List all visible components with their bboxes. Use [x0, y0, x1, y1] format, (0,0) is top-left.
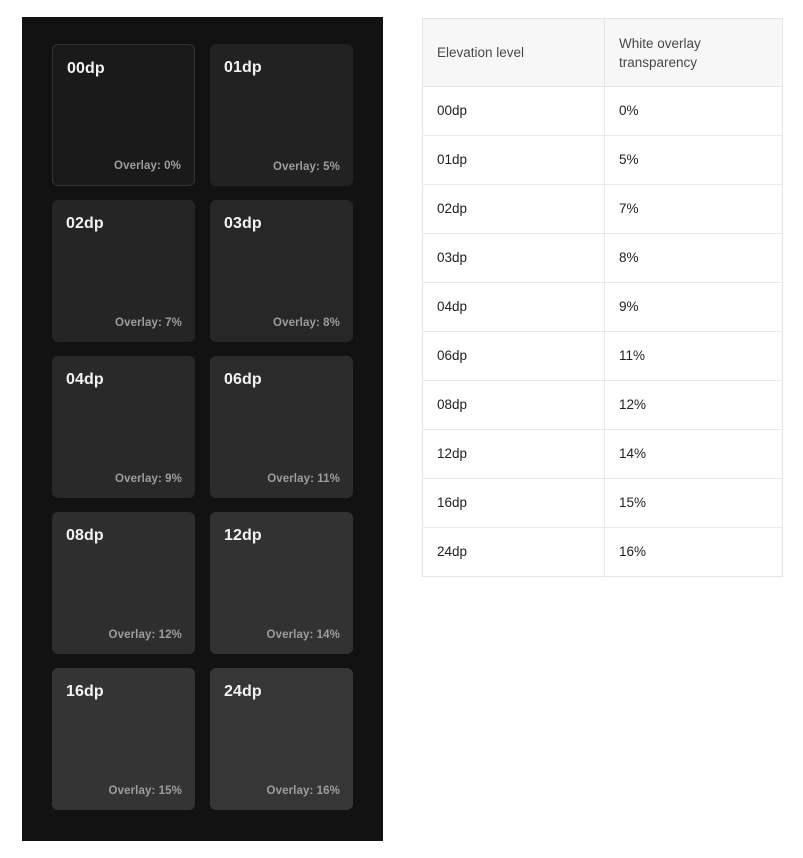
elevation-card: 02dp Overlay: 7% — [52, 200, 195, 342]
elevation-card-overlay-label: Overlay: 15% — [108, 785, 182, 797]
elevation-card-overlay-label: Overlay: 11% — [267, 473, 340, 485]
cell-overlay-transparency: 8% — [604, 233, 783, 283]
elevation-card-overlay-label: Overlay: 5% — [273, 161, 340, 173]
elevation-card-title: 24dp — [224, 683, 262, 700]
cell-elevation-level: 02dp — [422, 184, 605, 234]
cell-overlay-transparency: 9% — [604, 282, 783, 332]
table-row: 03dp 8% — [422, 233, 783, 283]
cell-elevation-level: 24dp — [422, 527, 605, 577]
table-row: 00dp 0% — [422, 86, 783, 136]
elevation-card-title: 08dp — [66, 527, 104, 544]
elevation-card-overlay-label: Overlay: 16% — [266, 785, 340, 797]
elevation-card: 06dp Overlay: 11% — [210, 356, 353, 498]
table-row: 08dp 12% — [422, 380, 783, 430]
elevation-card: 00dp Overlay: 0% — [52, 44, 195, 186]
elevation-card-title: 00dp — [67, 60, 105, 77]
elevation-card: 16dp Overlay: 15% — [52, 668, 195, 810]
cell-overlay-transparency: 0% — [604, 86, 783, 136]
cell-elevation-level: 08dp — [422, 380, 605, 430]
elevation-card: 01dp Overlay: 5% — [210, 44, 353, 186]
cell-overlay-transparency: 7% — [604, 184, 783, 234]
elevation-card-title: 02dp — [66, 215, 104, 232]
cell-overlay-transparency: 14% — [604, 429, 783, 479]
table-row: 01dp 5% — [422, 135, 783, 185]
elevation-card-overlay-label: Overlay: 14% — [266, 629, 340, 641]
elevation-card-overlay-label: Overlay: 7% — [115, 317, 182, 329]
elevation-card-title: 16dp — [66, 683, 104, 700]
cell-elevation-level: 06dp — [422, 331, 605, 381]
elevation-card: 03dp Overlay: 8% — [210, 200, 353, 342]
column-header-elevation-level: Elevation level — [422, 18, 605, 87]
table-row: 06dp 11% — [422, 331, 783, 381]
cell-overlay-transparency: 11% — [604, 331, 783, 381]
elevation-card-grid: 00dp Overlay: 0% 01dp Overlay: 5% 02dp Overla… — [52, 44, 353, 810]
table-row: 02dp 7% — [422, 184, 783, 234]
table-header-row: Elevation level White overlay transparen… — [422, 18, 783, 87]
table-header: Elevation level White overlay transparen… — [422, 18, 783, 87]
elevation-card: 12dp Overlay: 14% — [210, 512, 353, 654]
screenshot-root: 00dp Overlay: 0% 01dp Overlay: 5% 02dp Overla… — [0, 0, 803, 858]
cell-elevation-level: 12dp — [422, 429, 605, 479]
cell-elevation-level: 00dp — [422, 86, 605, 136]
elevation-card-title: 04dp — [66, 371, 104, 388]
elevation-card: 08dp Overlay: 12% — [52, 512, 195, 654]
cell-overlay-transparency: 5% — [604, 135, 783, 185]
table-row: 04dp 9% — [422, 282, 783, 332]
elevation-card-overlay-label: Overlay: 8% — [273, 317, 340, 329]
cell-elevation-level: 03dp — [422, 233, 605, 283]
elevation-card-overlay-label: Overlay: 0% — [114, 160, 181, 172]
cell-overlay-transparency: 15% — [604, 478, 783, 528]
elevation-card-overlay-label: Overlay: 9% — [115, 473, 182, 485]
table-row: 12dp 14% — [422, 429, 783, 479]
elevation-reference-table: Elevation level White overlay transparen… — [422, 18, 783, 577]
cell-elevation-level: 01dp — [422, 135, 605, 185]
cell-overlay-transparency: 16% — [619, 544, 647, 559]
elevation-card: 04dp Overlay: 9% — [52, 356, 195, 498]
elevation-card-title: 12dp — [224, 527, 262, 544]
elevation-card-title: 03dp — [224, 215, 262, 232]
column-header-white-overlay-transparency: White overlay transparency — [604, 18, 783, 87]
cell-overlay-transparency: 12% — [604, 380, 783, 430]
dark-theme-elevation-panel: 00dp Overlay: 0% 01dp Overlay: 5% 02dp Overla… — [22, 17, 383, 841]
table-body: 00dp 0% 01dp 5% 02dp 7% 03dp 8% 04dp 9% 06dp 11% 08d… — [422, 86, 783, 577]
elevation-card-title: 06dp — [224, 371, 262, 388]
table-row: 16dp 15% — [422, 478, 783, 528]
table-row: 24dp 16% — [422, 527, 783, 577]
elevation-card-overlay-label: Overlay: 12% — [108, 629, 182, 641]
cell-elevation-level: 16dp — [422, 478, 605, 528]
elevation-card-title: 01dp — [224, 59, 262, 76]
cell-elevation-level: 04dp — [422, 282, 605, 332]
elevation-card: 24dp Overlay: 16% — [210, 668, 353, 810]
